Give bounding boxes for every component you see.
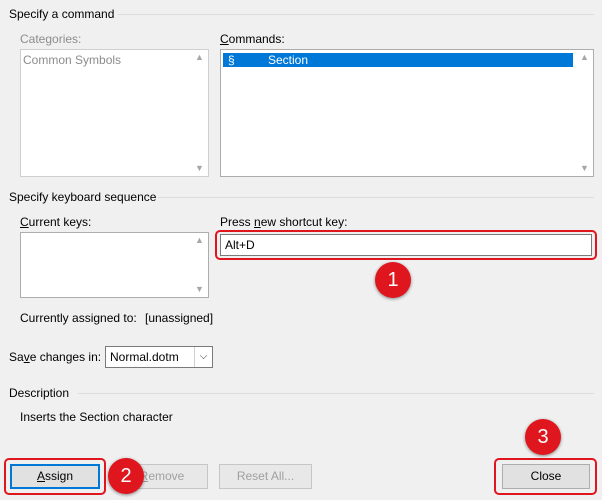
callout-highlight-shortcut bbox=[215, 230, 597, 260]
section-title-description: Description bbox=[9, 386, 70, 400]
callout-highlight-close bbox=[494, 458, 597, 495]
command-name: Section bbox=[268, 53, 309, 67]
list-item[interactable]: Common Symbols bbox=[23, 53, 121, 67]
scroll-down-icon[interactable]: ▼ bbox=[194, 163, 205, 174]
scroll-up-icon[interactable]: ▲ bbox=[194, 235, 205, 246]
current-keys-scrollbar[interactable]: ▲ ▼ bbox=[191, 233, 208, 297]
current-keys-label: Current keys: bbox=[20, 215, 92, 229]
new-shortcut-label: Press new shortcut key: bbox=[220, 215, 348, 229]
commands-scrollbar[interactable]: ▲ ▼ bbox=[576, 50, 593, 176]
commands-listbox[interactable]: § Section ▲ ▼ bbox=[220, 49, 594, 177]
scroll-down-icon[interactable]: ▼ bbox=[194, 284, 205, 295]
save-changes-value: Normal.dotm bbox=[110, 350, 179, 364]
section-title-command: Specify a command bbox=[9, 7, 115, 21]
save-changes-combobox[interactable]: Normal.dotm ⌵ bbox=[105, 346, 213, 368]
command-symbol: § bbox=[228, 53, 235, 67]
callout-badge-2: 2 bbox=[108, 458, 144, 494]
section-divider bbox=[158, 197, 594, 198]
section-divider bbox=[118, 14, 594, 15]
scroll-up-icon[interactable]: ▲ bbox=[579, 52, 590, 63]
callout-badge-1: 1 bbox=[375, 262, 411, 298]
assigned-label: Currently assigned to: bbox=[20, 311, 137, 325]
save-changes-label: Save changes in: bbox=[9, 350, 102, 364]
section-title-keyboard: Specify keyboard sequence bbox=[9, 190, 157, 204]
categories-label: Categories: bbox=[20, 32, 82, 46]
current-keys-listbox[interactable]: ▲ ▼ bbox=[20, 232, 209, 298]
categories-listbox[interactable]: Common Symbols ▲ ▼ bbox=[20, 49, 209, 177]
scroll-up-icon[interactable]: ▲ bbox=[194, 52, 205, 63]
description-text: Inserts the Section character bbox=[20, 410, 173, 424]
commands-label: Commands: bbox=[220, 32, 285, 46]
reset-all-button[interactable]: Reset All... bbox=[219, 464, 312, 489]
callout-highlight-assign bbox=[4, 458, 106, 495]
section-divider bbox=[78, 393, 594, 394]
assigned-value: [unassigned] bbox=[145, 311, 214, 325]
chevron-down-icon[interactable]: ⌵ bbox=[194, 347, 212, 367]
list-item[interactable]: § Section bbox=[223, 53, 573, 67]
callout-badge-3: 3 bbox=[525, 419, 561, 455]
scroll-down-icon[interactable]: ▼ bbox=[579, 163, 590, 174]
categories-scrollbar[interactable]: ▲ ▼ bbox=[191, 50, 208, 176]
